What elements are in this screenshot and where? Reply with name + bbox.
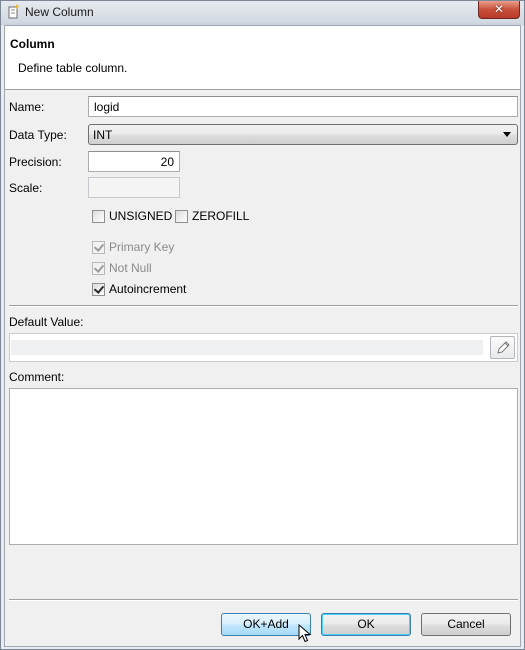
chevron-down-icon <box>503 132 511 137</box>
edit-default-button[interactable] <box>490 336 515 359</box>
close-button[interactable]: ✕ <box>478 1 520 19</box>
cancel-button[interactable]: Cancel <box>421 613 511 636</box>
data-type-value: INT <box>93 128 113 142</box>
divider <box>9 305 518 307</box>
zerofill-checkbox[interactable]: ZEROFILL <box>175 209 249 223</box>
default-value-field[interactable] <box>9 333 518 362</box>
comment-textarea[interactable] <box>9 388 518 545</box>
primary-key-label: Primary Key <box>109 240 175 254</box>
name-label: Name: <box>9 100 45 114</box>
autoincrement-checkbox[interactable]: Autoincrement <box>92 282 186 296</box>
precision-input[interactable]: 20 <box>88 151 180 172</box>
window-title: New Column <box>25 5 94 19</box>
ok-button[interactable]: OK <box>321 613 411 636</box>
not-null-checkbox-box <box>92 261 105 275</box>
default-value-input[interactable] <box>11 340 483 355</box>
new-column-dialog: New Column ✕ Column Define table column.… <box>0 0 525 650</box>
title-bar: New Column ✕ <box>1 1 524 23</box>
scale-label: Scale: <box>9 181 43 195</box>
header-title: Column <box>10 37 55 51</box>
data-type-select[interactable]: INT <box>88 124 518 145</box>
not-null-checkbox: Not Null <box>92 261 152 275</box>
dialog-header: Column Define table column. <box>5 26 520 90</box>
data-type-label: Data Type: <box>9 128 67 142</box>
default-value-label: Default Value: <box>9 315 84 329</box>
dialog-body: Column Define table column. Name: logid … <box>4 25 521 647</box>
unsigned-checkbox-box[interactable] <box>92 209 105 223</box>
autoincrement-checkbox-box[interactable] <box>92 282 105 296</box>
autoincrement-label: Autoincrement <box>109 282 187 296</box>
scale-input <box>88 177 180 198</box>
footer-divider <box>9 599 518 601</box>
zerofill-label: ZEROFILL <box>192 209 250 223</box>
header-description: Define table column. <box>18 61 128 75</box>
pencil-icon <box>497 341 510 354</box>
unsigned-label: UNSIGNED <box>109 209 173 223</box>
unsigned-checkbox[interactable]: UNSIGNED <box>92 209 172 223</box>
precision-label: Precision: <box>9 155 62 169</box>
comment-label: Comment: <box>9 370 65 384</box>
mouse-cursor-icon <box>298 624 312 643</box>
not-null-label: Not Null <box>109 261 152 275</box>
zerofill-checkbox-box[interactable] <box>175 209 188 223</box>
name-input[interactable]: logid <box>88 96 518 117</box>
primary-key-checkbox-box <box>92 240 105 254</box>
primary-key-checkbox: Primary Key <box>92 240 174 254</box>
new-column-icon <box>8 4 20 19</box>
